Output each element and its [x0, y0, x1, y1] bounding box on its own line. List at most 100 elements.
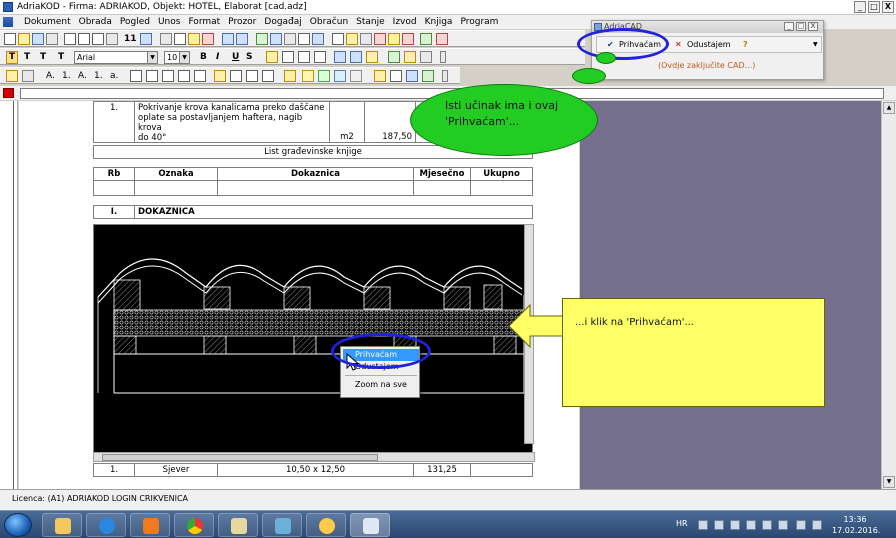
- adriacad-cancel-button[interactable]: Odustajem: [687, 38, 731, 52]
- numbering-1-2[interactable]: 1.: [94, 71, 103, 81]
- paste-icon[interactable]: [188, 33, 200, 45]
- document-area[interactable]: 1. Pokrivanje krova kanalicama preko daš…: [19, 101, 579, 489]
- cancel-icon[interactable]: [436, 33, 448, 45]
- refresh-icon[interactable]: [256, 33, 268, 45]
- tray-icon-1[interactable]: [698, 520, 708, 530]
- numbering-1[interactable]: 1.: [62, 71, 71, 81]
- text-style-3[interactable]: T: [40, 52, 46, 62]
- context-zoom-all[interactable]: Zoom na sve: [343, 379, 419, 391]
- adriacad-maximize-button[interactable]: □: [796, 22, 806, 31]
- adriacad-minimize-button[interactable]: _: [784, 22, 794, 31]
- link-icon[interactable]: [270, 33, 282, 45]
- document-menu-icon[interactable]: [3, 17, 13, 27]
- frame-color-2[interactable]: [390, 70, 402, 82]
- color-box-3[interactable]: [318, 70, 330, 82]
- frame-color-4[interactable]: [422, 70, 434, 82]
- redo-icon[interactable]: [236, 33, 248, 45]
- undo-icon[interactable]: [222, 33, 234, 45]
- underline-button[interactable]: U: [232, 52, 239, 62]
- menu-pogled[interactable]: Pogled: [116, 16, 154, 28]
- volume-icon[interactable]: [812, 520, 822, 530]
- color-box-1[interactable]: [284, 70, 296, 82]
- strike-button[interactable]: S: [246, 52, 252, 62]
- cut-icon[interactable]: [160, 33, 172, 45]
- adriacad-close-button[interactable]: X: [808, 22, 818, 31]
- keyboard-language[interactable]: HR: [676, 519, 688, 538]
- toolbar-chevron-icon[interactable]: [442, 70, 448, 82]
- delete-icon[interactable]: [202, 33, 214, 45]
- insert-icon[interactable]: [284, 33, 296, 45]
- align-left-icon[interactable]: [266, 51, 278, 63]
- find-page-icon[interactable]: [92, 33, 104, 45]
- valign-middle-icon[interactable]: [350, 51, 362, 63]
- maximize-button[interactable]: □: [868, 1, 880, 13]
- menu-stanje[interactable]: Stanje: [352, 16, 389, 28]
- scroll-down-icon[interactable]: ▼: [883, 476, 895, 488]
- tool-icon[interactable]: [402, 33, 414, 45]
- find-icon[interactable]: [78, 33, 90, 45]
- chevron-down-icon[interactable]: ▼: [179, 52, 189, 63]
- taskbar-adriakod[interactable]: [350, 513, 390, 537]
- border-inner-icon[interactable]: [262, 70, 274, 82]
- fill-color-icon[interactable]: [388, 51, 400, 63]
- numbering-a-upper-2[interactable]: A.: [78, 71, 87, 81]
- close-button[interactable]: X: [882, 1, 894, 13]
- calculator-icon[interactable]: [312, 33, 324, 45]
- valign-bottom-icon[interactable]: [334, 51, 346, 63]
- network-icon[interactable]: [796, 520, 806, 530]
- brush-icon[interactable]: [404, 51, 416, 63]
- menu-program[interactable]: Program: [456, 16, 502, 28]
- chevron-down-icon[interactable]: ▼: [147, 52, 157, 63]
- check-icon[interactable]: [420, 33, 432, 45]
- scroll-up-icon[interactable]: ▲: [883, 102, 895, 114]
- taskbar-paint[interactable]: [218, 513, 258, 537]
- tray-icon-5[interactable]: [762, 520, 772, 530]
- main-vertical-scrollbar[interactable]: ▲ ▼: [881, 101, 896, 489]
- start-button[interactable]: [4, 513, 32, 537]
- tray-icon-2[interactable]: [714, 520, 724, 530]
- stop-icon[interactable]: [374, 33, 386, 45]
- frame-color-3[interactable]: [406, 70, 418, 82]
- taskbar-media[interactable]: [130, 513, 170, 537]
- taskbar-settings[interactable]: [306, 513, 346, 537]
- text-style-4[interactable]: T: [58, 52, 64, 62]
- align-right-icon[interactable]: [298, 51, 310, 63]
- list-icon[interactable]: [130, 70, 142, 82]
- menu-knjiga[interactable]: Knjiga: [421, 16, 457, 28]
- taskbar-app[interactable]: [262, 513, 302, 537]
- valign-top-icon[interactable]: [366, 51, 378, 63]
- page-icon[interactable]: [106, 33, 118, 45]
- menu-unos[interactable]: Unos: [154, 16, 185, 28]
- cad-canvas[interactable]: [93, 224, 533, 454]
- bold-button[interactable]: B: [200, 52, 207, 62]
- align-center-icon[interactable]: [282, 51, 294, 63]
- menu-obrada[interactable]: Obrada: [75, 16, 116, 28]
- menu-izvod[interactable]: Izvod: [389, 16, 421, 28]
- color-box-2[interactable]: [302, 70, 314, 82]
- toolbar-chevron-icon[interactable]: ▼: [813, 38, 818, 52]
- outdent-icon[interactable]: [162, 70, 174, 82]
- italic-button[interactable]: I: [216, 52, 219, 62]
- taskbar-clock[interactable]: 13:36 17.02.2016.: [832, 514, 880, 536]
- toolbar-chevron-icon[interactable]: [440, 51, 446, 63]
- minimize-button[interactable]: _: [854, 1, 866, 13]
- numbering-a-upper[interactable]: A.: [46, 71, 55, 81]
- copy-icon[interactable]: [174, 33, 186, 45]
- cad-scroll-thumb[interactable]: [102, 454, 378, 461]
- new-document-icon[interactable]: [4, 33, 16, 45]
- justify-icon[interactable]: [314, 51, 326, 63]
- taskbar-chrome[interactable]: [174, 513, 214, 537]
- table-icon[interactable]: [298, 33, 310, 45]
- tray-icon-4[interactable]: [746, 520, 756, 530]
- text-style-2[interactable]: T: [24, 52, 30, 62]
- pencil-icon[interactable]: [388, 33, 400, 45]
- border-icon[interactable]: [230, 70, 242, 82]
- menu-dokument[interactable]: Dokument: [20, 16, 75, 28]
- font-name-select[interactable]: Arial ▼: [74, 51, 158, 64]
- open-folder-icon[interactable]: [18, 33, 30, 45]
- tray-icon-6[interactable]: [778, 520, 788, 530]
- border-outer-icon[interactable]: [246, 70, 258, 82]
- row-icon[interactable]: [194, 70, 206, 82]
- taskbar-explorer[interactable]: [42, 513, 82, 537]
- cad-horizontal-scrollbar[interactable]: [93, 452, 535, 462]
